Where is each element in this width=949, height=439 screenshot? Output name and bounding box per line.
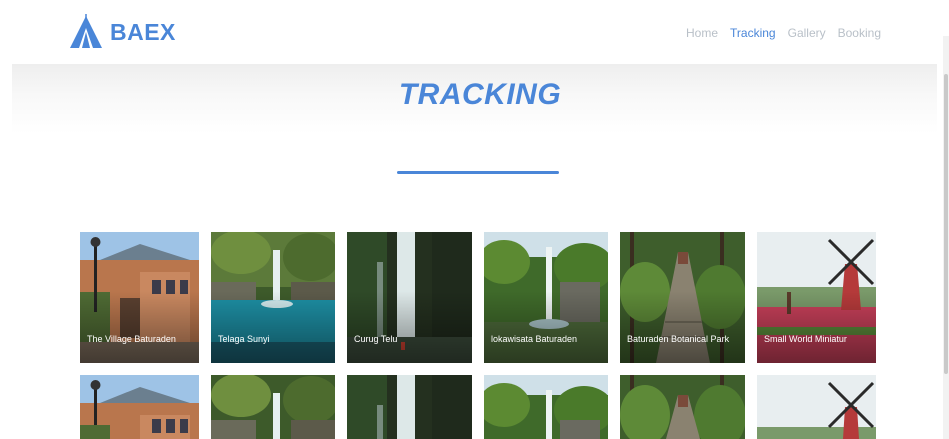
- gallery-card-curug-telu[interactable]: Curug Telu: [347, 232, 472, 363]
- gallery-card-telaga-sunyi-2[interactable]: [211, 375, 335, 439]
- card-label: Curug Telu: [354, 334, 398, 344]
- forest-path-photo-icon: [620, 375, 745, 439]
- gallery-card-botanical-park-2[interactable]: [620, 375, 745, 439]
- village-photo-icon: [80, 375, 199, 439]
- nav-booking[interactable]: Booking: [838, 24, 881, 42]
- card-label: The Village Baturaden: [87, 334, 176, 344]
- nav-home[interactable]: Home: [686, 24, 718, 42]
- title-divider: [397, 171, 559, 174]
- card-shade: [211, 290, 335, 363]
- windmill-photo-icon: [757, 375, 876, 439]
- brand-name: BAEX: [110, 19, 176, 45]
- card-shade: [757, 290, 876, 363]
- jungle-waterfall-photo-icon: [484, 375, 608, 439]
- page-title: TRACKING: [398, 78, 562, 111]
- card-label: Telaga Sunyi: [218, 334, 270, 344]
- card-label: Small World Miniatur: [764, 334, 847, 344]
- card-shade: [620, 290, 745, 363]
- card-label: Baturaden Botanical Park: [627, 334, 730, 344]
- card-shade: [80, 290, 199, 363]
- card-shade: [347, 290, 472, 363]
- tent-logo-icon: [70, 14, 102, 48]
- gallery-card-small-world[interactable]: Small World Miniatur: [757, 232, 876, 363]
- gallery-card-botanical-park[interactable]: Baturaden Botanical Park: [620, 232, 745, 363]
- card-label: lokawisata Baturaden: [491, 334, 578, 344]
- gallery-card-lokawisata[interactable]: lokawisata Baturaden: [484, 232, 608, 363]
- card-shade: [484, 290, 608, 363]
- main-nav: Home Tracking Gallery Booking: [686, 24, 881, 42]
- gallery-card-curug-telu-2[interactable]: [347, 375, 472, 439]
- nav-tracking[interactable]: Tracking: [730, 24, 776, 42]
- gallery-card-lokawisata-2[interactable]: [484, 375, 608, 439]
- waterfall-photo-icon: [347, 375, 472, 439]
- gallery-card-village[interactable]: The Village Baturaden: [80, 232, 199, 363]
- scrollbar-thumb[interactable]: [944, 74, 948, 374]
- gallery-card-village-2[interactable]: [80, 375, 199, 439]
- brand-logo[interactable]: BAEX: [68, 14, 176, 50]
- nav-gallery[interactable]: Gallery: [788, 24, 826, 42]
- header: BAEX Home Tracking Gallery Booking: [0, 0, 949, 64]
- gallery-card-telaga-sunyi[interactable]: Telaga Sunyi: [211, 232, 335, 363]
- lake-waterfall-photo-icon: [211, 375, 335, 439]
- gallery-card-small-world-2[interactable]: [757, 375, 876, 439]
